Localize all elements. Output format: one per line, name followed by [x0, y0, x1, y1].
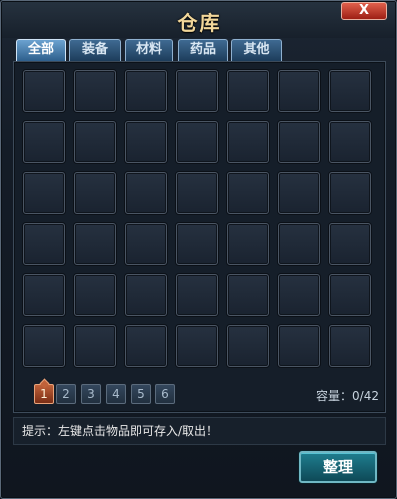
inventory-slot[interactable]	[176, 274, 218, 316]
inventory-slot[interactable]	[23, 70, 65, 112]
page-button-2[interactable]: 2	[56, 384, 76, 404]
sort-button[interactable]: 整理	[299, 451, 377, 483]
inventory-slot[interactable]	[125, 121, 167, 163]
inventory-slot[interactable]	[74, 172, 116, 214]
inventory-slot[interactable]	[176, 121, 218, 163]
inventory-slot[interactable]	[176, 325, 218, 367]
inventory-slot[interactable]	[74, 325, 116, 367]
inventory-slot[interactable]	[227, 274, 269, 316]
tab-other[interactable]: 其他	[231, 39, 282, 61]
tab-equipment[interactable]: 装备	[69, 39, 121, 61]
inventory-slot[interactable]	[23, 325, 65, 367]
inventory-slot[interactable]	[227, 223, 269, 265]
inventory-slot[interactable]	[329, 172, 371, 214]
inventory-slot[interactable]	[74, 274, 116, 316]
inventory-slot[interactable]	[176, 223, 218, 265]
page-button-5[interactable]: 5	[131, 384, 151, 404]
window-title: 仓库	[177, 11, 222, 35]
inventory-slot[interactable]	[329, 223, 371, 265]
inventory-slot[interactable]	[329, 70, 371, 112]
inventory-slot[interactable]	[125, 223, 167, 265]
inventory-slot[interactable]	[23, 223, 65, 265]
inventory-slot[interactable]	[278, 172, 320, 214]
inventory-slot[interactable]	[329, 274, 371, 316]
inventory-slot[interactable]	[125, 325, 167, 367]
inventory-slot[interactable]	[74, 70, 116, 112]
inventory-slot[interactable]	[176, 172, 218, 214]
page-button-1[interactable]: 1	[34, 384, 54, 404]
tab-all[interactable]: 全部	[16, 39, 66, 61]
inventory-slot[interactable]	[176, 70, 218, 112]
inventory-slot[interactable]	[125, 172, 167, 214]
inventory-slot[interactable]	[278, 325, 320, 367]
inventory-slot[interactable]	[278, 223, 320, 265]
inventory-slot[interactable]	[227, 172, 269, 214]
tab-potions[interactable]: 药品	[178, 39, 228, 61]
page-button-3[interactable]: 3	[81, 384, 101, 404]
close-button[interactable]: X	[341, 2, 387, 20]
inventory-slot[interactable]	[74, 223, 116, 265]
inventory-slot[interactable]	[227, 325, 269, 367]
inventory-slot[interactable]	[278, 121, 320, 163]
inventory-slot[interactable]	[329, 325, 371, 367]
inventory-slot[interactable]	[23, 274, 65, 316]
tab-materials[interactable]: 材料	[125, 39, 173, 61]
inventory-slot[interactable]	[74, 121, 116, 163]
page-button-6[interactable]: 6	[155, 384, 175, 404]
inventory-slot[interactable]	[125, 274, 167, 316]
inventory-slot[interactable]	[278, 274, 320, 316]
capacity-label: 容量：0/42	[316, 389, 379, 403]
page-button-4[interactable]: 4	[106, 384, 126, 404]
inventory-slot[interactable]	[23, 172, 65, 214]
inventory-slot[interactable]	[227, 121, 269, 163]
inventory-slot[interactable]	[23, 121, 65, 163]
storage-window: 仓库 X 全部 装备 材料 药品 其他 1 2 3 4 5 6 容量：0/42 …	[0, 0, 397, 499]
inventory-slot[interactable]	[227, 70, 269, 112]
hint-text: 提示：左键点击物品即可存入/取出！	[13, 417, 386, 445]
inventory-slot[interactable]	[125, 70, 167, 112]
inventory-slot[interactable]	[278, 70, 320, 112]
inventory-slot[interactable]	[329, 121, 371, 163]
